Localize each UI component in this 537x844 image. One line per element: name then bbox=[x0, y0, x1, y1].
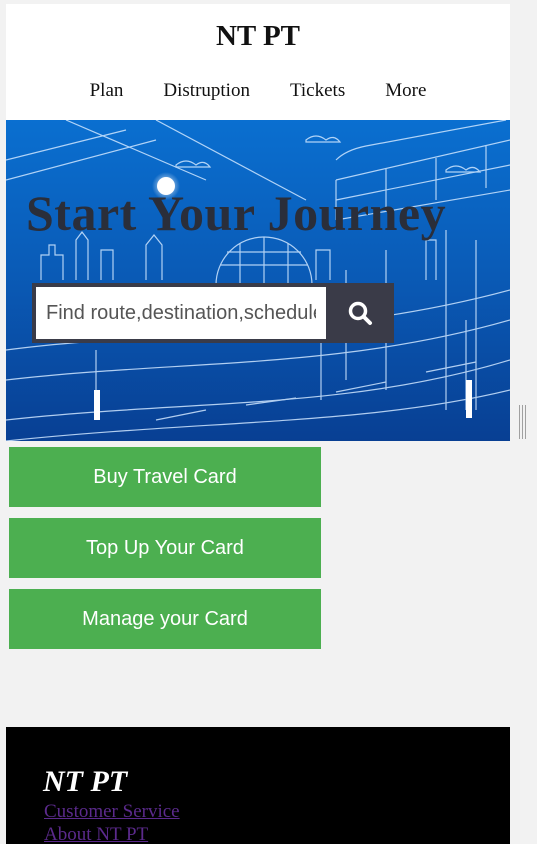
card-actions: Buy Travel Card Top Up Your Card Manage … bbox=[6, 441, 510, 649]
search-bar bbox=[32, 283, 394, 343]
nav-item-tickets[interactable]: Tickets bbox=[290, 80, 345, 102]
site-footer: NT PT Customer Service About NT PT bbox=[6, 727, 510, 844]
search-icon bbox=[348, 301, 372, 325]
footer-title: NT PT bbox=[43, 765, 128, 798]
search-button[interactable] bbox=[326, 283, 394, 343]
nav-item-plan[interactable]: Plan bbox=[90, 80, 124, 102]
customer-service-link[interactable]: Customer Service bbox=[44, 800, 180, 823]
top-up-card-button[interactable]: Top Up Your Card bbox=[9, 518, 321, 578]
city-railway-illustration bbox=[6, 120, 510, 441]
hero-title: Start Your Journey bbox=[26, 185, 447, 241]
main-nav: Plan Distruption Tickets More bbox=[6, 80, 510, 102]
site-title: NT PT bbox=[215, 20, 301, 52]
scrollbar-grip[interactable] bbox=[519, 405, 526, 439]
nav-item-more[interactable]: More bbox=[385, 80, 426, 102]
buy-travel-card-button[interactable]: Buy Travel Card bbox=[9, 447, 321, 507]
page: NT PT Plan Distruption Tickets More Star… bbox=[6, 4, 510, 844]
search-input[interactable] bbox=[36, 287, 326, 339]
hero-banner: Start Your Journey bbox=[6, 120, 510, 441]
nav-item-distruption[interactable]: Distruption bbox=[163, 80, 250, 102]
manage-card-button[interactable]: Manage your Card bbox=[9, 589, 321, 649]
footer-links: Customer Service About NT PT bbox=[44, 800, 180, 844]
site-header: NT PT Plan Distruption Tickets More bbox=[6, 4, 510, 120]
about-link[interactable]: About NT PT bbox=[44, 823, 180, 844]
